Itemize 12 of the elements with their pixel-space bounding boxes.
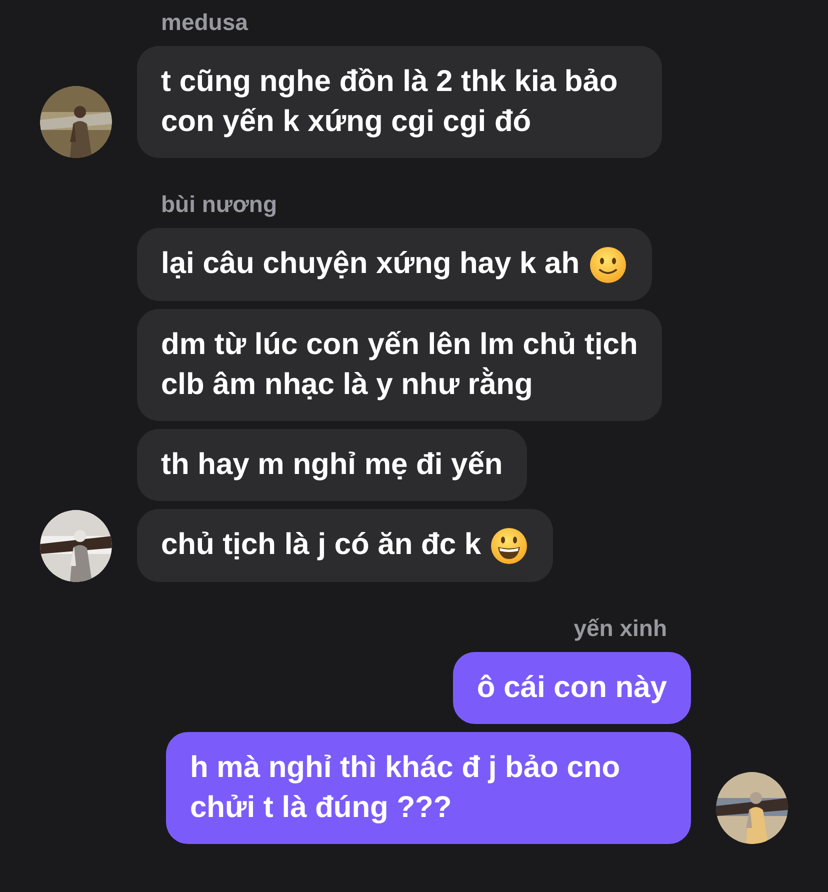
smiling-face-icon	[588, 245, 628, 286]
sender-name: yến xinh	[574, 614, 668, 642]
message-bubble: lại câu chuyện xứng hay k ah	[137, 228, 652, 302]
grinning-face-icon	[489, 526, 530, 566]
message-bubble: ô cái con này	[452, 652, 691, 724]
message-bubble: chủ tịch là j có ăn đc k	[137, 509, 554, 582]
sender-name: bùi nương	[160, 190, 278, 218]
message-bubble: t cũng nghe đồn là 2 thk kia bảo con yến k xứng cgi cgi đó	[137, 46, 662, 158]
message-bubble: th hay m nghỉ mẹ đi yến	[137, 429, 527, 502]
sender-name: medusa	[160, 8, 248, 36]
message-bubble: h mà nghỉ thì khác đ j bảo cno chửi t là đúng ???	[166, 732, 691, 844]
message-bubble: dm từ lúc con yến lên lm chủ tịch clb âm nhạc là y như rằng	[137, 309, 662, 422]
